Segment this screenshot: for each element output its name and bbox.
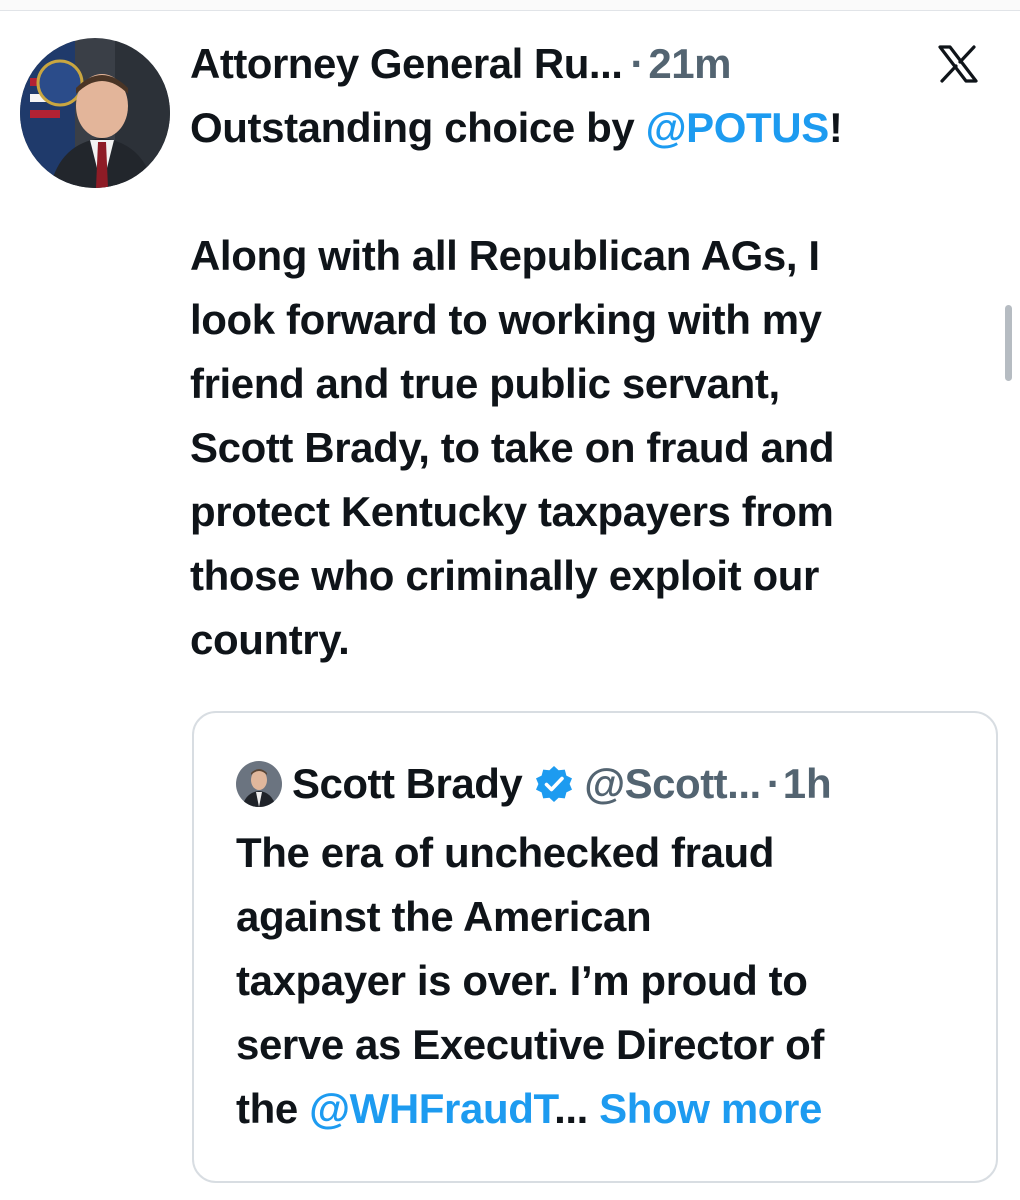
quoted-tweet-line: against the American <box>236 893 652 940</box>
scrollbar-thumb[interactable] <box>1005 305 1012 381</box>
quoted-tweet-line: taxpayer is over. I’m proud to <box>236 957 808 1004</box>
verified-badge-icon <box>534 764 574 804</box>
ellipsis: ... <box>554 1085 600 1132</box>
quoted-author-avatar[interactable] <box>236 761 282 807</box>
mention-link[interactable]: @POTUS <box>646 104 830 151</box>
tweet-line: Outstanding choice by @POTUS! <box>190 96 1000 160</box>
tweet-line: Along with all Republican AGs, I <box>190 232 820 279</box>
header-separator: · <box>630 40 645 87</box>
quoted-tweet-timestamp[interactable]: 1h <box>783 760 832 808</box>
tweet-line: Scott Brady, to take on fraud and <box>190 424 835 471</box>
avatar-image <box>20 38 170 188</box>
tweet-line: protect Kentucky taxpayers from <box>190 488 834 535</box>
tweet-body: Outstanding choice by @POTUS! Along with… <box>190 96 1000 672</box>
x-logo-icon[interactable] <box>936 42 980 86</box>
quoted-author-handle[interactable]: @Scott... <box>584 760 761 808</box>
quoted-author-name[interactable]: Scott Brady <box>292 760 523 808</box>
quoted-header-separator: · <box>766 760 781 807</box>
tweet-line: country. <box>190 616 350 663</box>
mention-link[interactable]: @WHFraudT <box>309 1085 554 1132</box>
author-avatar[interactable] <box>20 38 170 188</box>
quoted-tweet-body: The era of unchecked fraud against the A… <box>236 821 976 1141</box>
top-divider <box>0 0 1020 11</box>
tweet-text: Outstanding choice by <box>190 104 646 151</box>
tweet-line: look forward to working with my <box>190 296 822 343</box>
tweet-line: those who criminally exploit our <box>190 552 819 599</box>
author-name[interactable]: Attorney General Ru... <box>190 40 623 88</box>
tweet-header: Attorney General Ru... · 21m <box>190 36 1002 92</box>
quoted-tweet-line: The era of unchecked fraud <box>236 829 775 876</box>
quoted-tweet-line: serve as Executive Director of <box>236 1021 824 1068</box>
quoted-tweet-header: Scott Brady @Scott... · 1h <box>236 757 832 811</box>
tweet-timestamp[interactable]: 21m <box>648 40 731 88</box>
quoted-tweet-line: the @WHFraudT... Show more <box>236 1077 976 1141</box>
tweet-text: ! <box>828 104 843 151</box>
quoted-tweet-text: the <box>236 1085 310 1132</box>
tweet-line: friend and true public servant, <box>190 360 780 407</box>
quoted-tweet-card[interactable]: Scott Brady @Scott... · 1h The era of un… <box>192 711 998 1183</box>
show-more-link[interactable]: Show more <box>599 1085 822 1132</box>
